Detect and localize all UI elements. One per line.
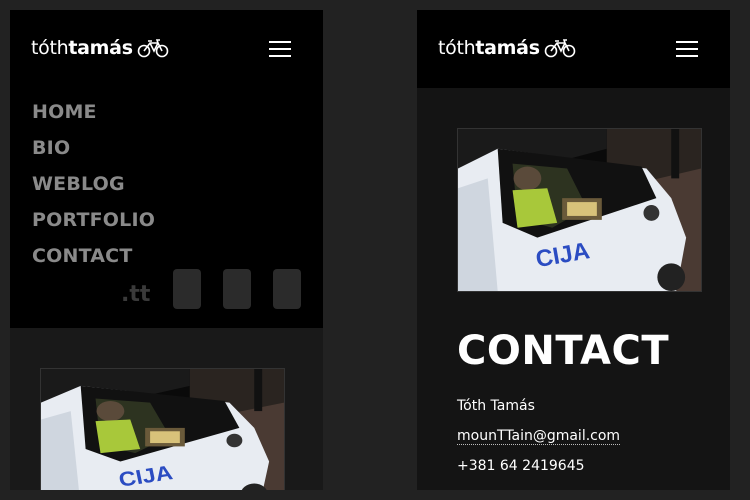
site-header: tóth tamás — [10, 10, 323, 88]
site-logo[interactable]: tóth tamás — [438, 37, 576, 59]
nav-item-home[interactable]: HOME — [32, 94, 155, 130]
contact-phone: +381 64 2419645 — [457, 458, 585, 474]
bicycle-icon — [137, 39, 169, 58]
contact-name: Tóth Tamás — [457, 398, 535, 414]
social-icon-2[interactable] — [223, 269, 251, 309]
contact-email-link[interactable]: mounTTain@gmail.com — [457, 428, 621, 445]
social-icon-3[interactable] — [273, 269, 301, 309]
nav-item-portfolio[interactable]: PORTFOLIO — [32, 202, 155, 238]
nav-item-weblog[interactable]: WEBLOG — [32, 166, 155, 202]
logo-last-name: tamás — [475, 37, 540, 59]
mobile-preview-menu-open: tóth tamás HOME BIO WEBLOG PORTFOLIO CONT… — [10, 10, 323, 490]
logo-last-name: tamás — [68, 37, 133, 59]
police-car-photo: CIJA — [41, 369, 284, 490]
police-car-photo: CIJA — [458, 129, 701, 291]
social-icon-1[interactable] — [173, 269, 201, 309]
hamburger-menu-icon[interactable] — [676, 41, 698, 57]
contact-photo: CIJA — [40, 368, 285, 490]
nav-menu-list: HOME BIO WEBLOG PORTFOLIO CONTACT — [32, 94, 155, 274]
bicycle-icon — [544, 39, 576, 58]
tt-mark: .tt — [121, 282, 151, 307]
logo-first-name: tóth — [438, 37, 476, 59]
contact-photo: CIJA — [457, 128, 702, 292]
logo-first-name: tóth — [31, 37, 69, 59]
site-logo[interactable]: tóth tamás — [31, 37, 169, 59]
site-header: tóth tamás — [417, 10, 730, 88]
nav-item-contact[interactable]: CONTACT — [32, 238, 155, 274]
hamburger-menu-icon[interactable] — [269, 41, 291, 57]
nav-menu: HOME BIO WEBLOG PORTFOLIO CONTACT .tt — [10, 88, 323, 328]
nav-item-bio[interactable]: BIO — [32, 130, 155, 166]
mobile-preview-contact: tóth tamás CIJA CONTACT Tóth Tamás mounTT… — [417, 10, 730, 490]
page-title: CONTACT — [457, 328, 670, 374]
